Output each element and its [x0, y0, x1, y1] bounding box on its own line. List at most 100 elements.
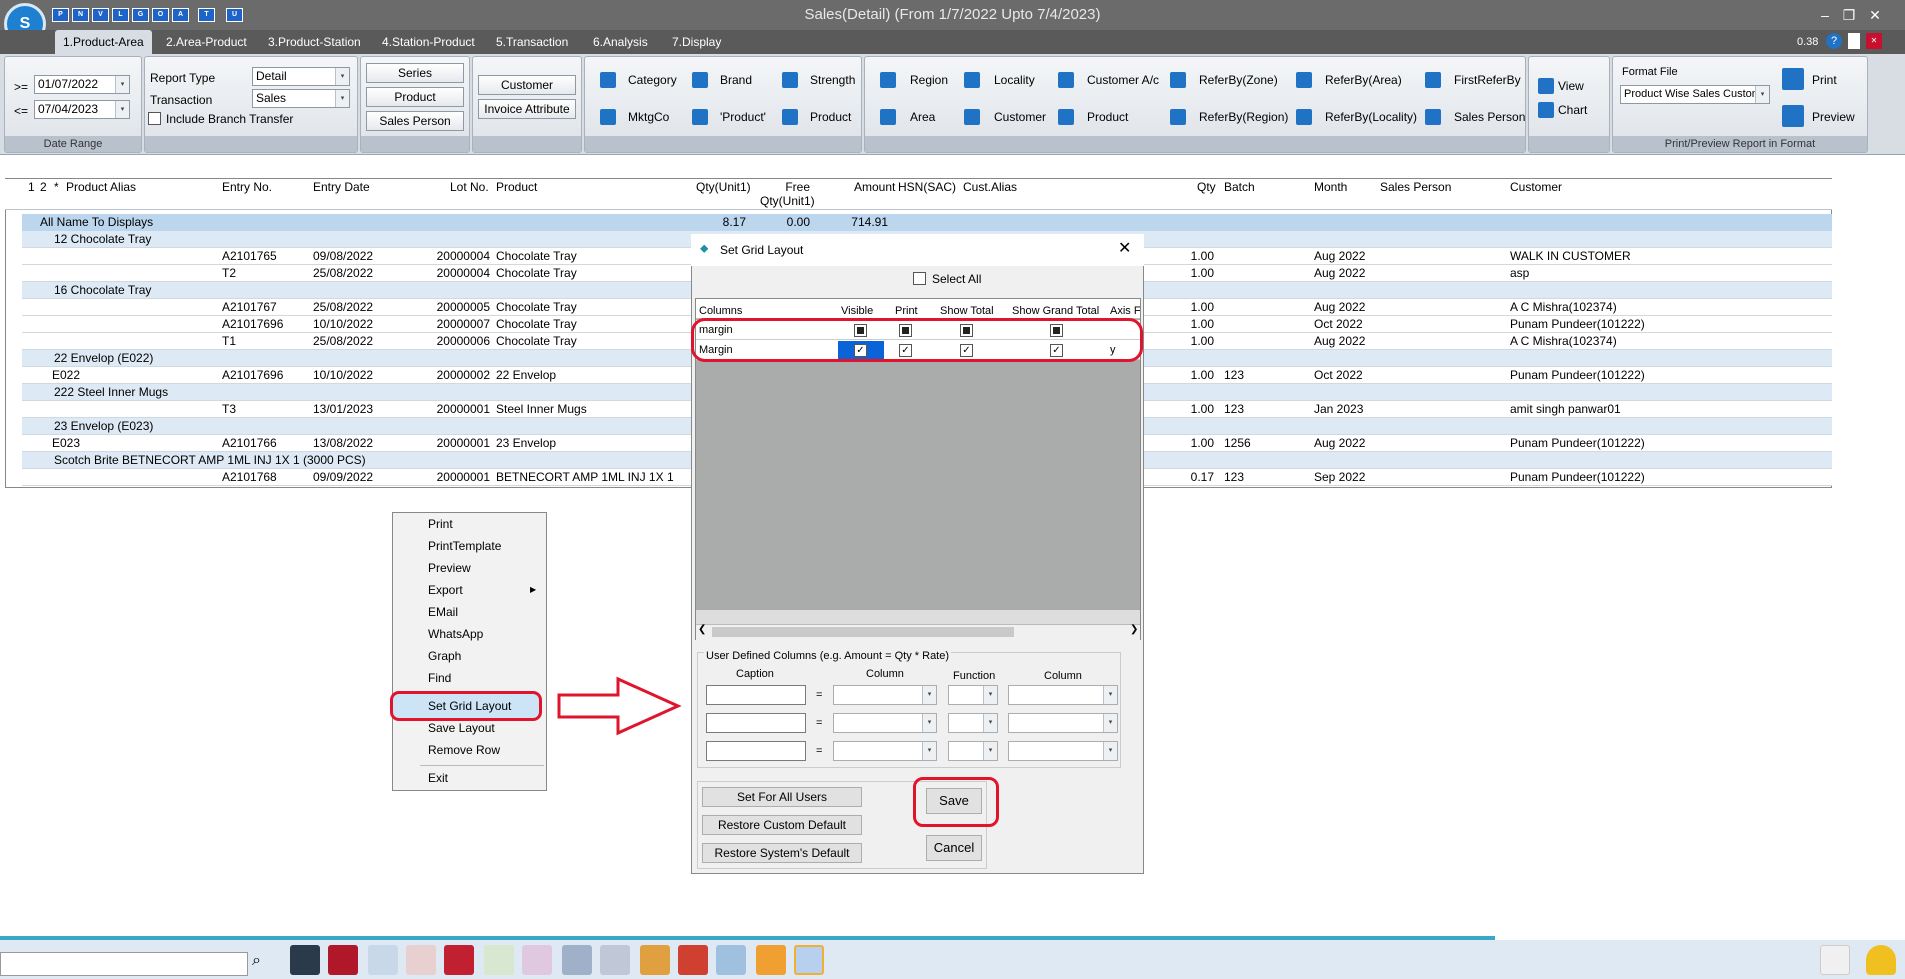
col-header-entry-date[interactable]: Entry Date: [313, 180, 370, 194]
menu-item-print[interactable]: Print: [428, 516, 453, 532]
document-icon[interactable]: [1848, 33, 1860, 49]
taskbar-search-input[interactable]: [0, 952, 248, 976]
menu-item-print-template[interactable]: PrintTemplate: [428, 538, 501, 554]
chart-icon[interactable]: [1538, 102, 1554, 118]
select-all-checkbox[interactable]: [913, 272, 926, 285]
preview-button[interactable]: Preview: [1812, 109, 1855, 125]
taskbar-app-icon[interactable]: [290, 945, 320, 975]
filter-customer-ac[interactable]: Customer A/c: [1087, 72, 1159, 88]
speaker-icon[interactable]: [1820, 945, 1850, 975]
col-columns[interactable]: Columns: [699, 305, 742, 317]
taskbar-app-icon[interactable]: [640, 945, 670, 975]
filter-referby-region[interactable]: ReferBy(Region): [1199, 109, 1288, 125]
region-icon[interactable]: [880, 72, 896, 88]
taskbar-app-icon[interactable]: [756, 945, 786, 975]
filter-referby-locality[interactable]: ReferBy(Locality): [1325, 109, 1417, 125]
col-header-product[interactable]: Product: [496, 180, 537, 194]
ud-function-select[interactable]: ▾: [948, 713, 998, 733]
referby-area-icon[interactable]: [1296, 72, 1312, 88]
print-format-icon[interactable]: [1782, 68, 1804, 90]
scroll-right-icon[interactable]: ❯: [1130, 624, 1138, 635]
series-button[interactable]: Series: [366, 63, 464, 83]
filter-region[interactable]: Region: [910, 72, 948, 88]
first-referby-icon[interactable]: [1425, 72, 1441, 88]
tab-transaction[interactable]: 5.Transaction: [488, 30, 576, 54]
referby-zone-icon[interactable]: [1170, 72, 1186, 88]
calendar-icon[interactable]: ▾: [115, 101, 129, 118]
col-header-hsn[interactable]: HSN(SAC): [898, 180, 956, 194]
product-quoted-icon[interactable]: [692, 109, 708, 125]
category-icon[interactable]: [600, 72, 616, 88]
ud-column-select[interactable]: ▾: [833, 713, 937, 733]
ud-column-select[interactable]: ▾: [833, 685, 937, 705]
filter-area-product[interactable]: Product: [1087, 109, 1128, 125]
exit-app-icon[interactable]: ✕: [1866, 33, 1882, 49]
sales-person-button[interactable]: Sales Person: [366, 111, 464, 131]
tab-product-area[interactable]: 1.Product-Area: [55, 30, 152, 54]
menu-item-export[interactable]: Export: [428, 582, 463, 598]
customer-button[interactable]: Customer: [478, 75, 576, 95]
menu-item-exit[interactable]: Exit: [428, 770, 448, 786]
product-button[interactable]: Product: [366, 87, 464, 107]
taskbar-app-icon[interactable]: [368, 945, 398, 975]
taskbar-app-icon[interactable]: [716, 945, 746, 975]
col-header-lot-no[interactable]: Lot No.: [450, 180, 489, 194]
chart-button[interactable]: Chart: [1558, 102, 1587, 118]
customer-icon[interactable]: [964, 109, 980, 125]
ud-caption-input[interactable]: [706, 741, 806, 761]
quick-access-a[interactable]: A: [172, 8, 189, 22]
product-icon[interactable]: [782, 109, 798, 125]
bell-icon[interactable]: [1866, 945, 1896, 975]
ud-function-select[interactable]: ▾: [948, 685, 998, 705]
restore-system-default-button[interactable]: Restore System's Default: [702, 843, 862, 863]
referby-region-icon[interactable]: [1170, 109, 1186, 125]
taskbar-app-icon[interactable]: [678, 945, 708, 975]
quick-access-l[interactable]: L: [112, 8, 129, 22]
sales-person-icon[interactable]: [1425, 109, 1441, 125]
ud-column2-select[interactable]: ▾: [1008, 713, 1118, 733]
filter-product[interactable]: Product: [810, 109, 851, 125]
scrollbar-thumb[interactable]: [712, 627, 1014, 637]
quick-access-n[interactable]: N: [72, 8, 89, 22]
help-icon[interactable]: ?: [1826, 33, 1842, 49]
set-for-all-users-button[interactable]: Set For All Users: [702, 787, 862, 807]
taskbar-app-icon[interactable]: [522, 945, 552, 975]
tab-analysis[interactable]: 6.Analysis: [585, 30, 656, 54]
restore-icon[interactable]: ❐: [1840, 6, 1858, 24]
col-header-batch[interactable]: Batch: [1224, 180, 1255, 194]
filter-area[interactable]: Area: [910, 109, 935, 125]
filter-referby-area[interactable]: ReferBy(Area): [1325, 72, 1402, 88]
menu-item-whatsapp[interactable]: WhatsApp: [428, 626, 483, 642]
view-icon[interactable]: [1538, 78, 1554, 94]
customer-ac-icon[interactable]: [1058, 72, 1074, 88]
referby-locality-icon[interactable]: [1296, 109, 1312, 125]
quick-access-v[interactable]: V: [92, 8, 109, 22]
taskbar-app-icon[interactable]: [444, 945, 474, 975]
quick-access-u[interactable]: U: [226, 8, 243, 22]
print-button[interactable]: Print: [1812, 72, 1837, 88]
format-file-select[interactable]: Product Wise Sales Custom ▾: [1620, 85, 1770, 104]
col-print[interactable]: Print: [895, 305, 918, 317]
col-header-amount[interactable]: Amount: [854, 180, 895, 194]
col-header-1[interactable]: 1: [28, 180, 35, 194]
filter-brand[interactable]: Brand: [720, 72, 752, 88]
ud-column2-select[interactable]: ▾: [1008, 685, 1118, 705]
filter-product-quoted[interactable]: 'Product': [720, 109, 766, 125]
ud-function-select[interactable]: ▾: [948, 741, 998, 761]
menu-item-set-grid-layout[interactable]: Set Grid Layout: [428, 698, 511, 714]
locality-icon[interactable]: [964, 72, 980, 88]
col-header-qty-unit1[interactable]: Qty(Unit1): [696, 180, 751, 194]
search-icon[interactable]: ⌕: [252, 952, 261, 970]
ud-column-select[interactable]: ▾: [833, 741, 937, 761]
filter-category[interactable]: Category: [628, 72, 677, 88]
to-date-field[interactable]: 07/04/2023 ▾: [34, 100, 130, 119]
col-show-total[interactable]: Show Total: [940, 305, 994, 317]
include-branch-checkbox[interactable]: [148, 112, 161, 125]
dialog-close-icon[interactable]: ✕: [1118, 238, 1131, 258]
restore-custom-default-button[interactable]: Restore Custom Default: [702, 815, 862, 835]
quick-access-p[interactable]: P: [52, 8, 69, 22]
menu-item-email[interactable]: EMail: [428, 604, 458, 620]
filter-mktgco[interactable]: MktgCo: [628, 109, 669, 125]
col-header-customer[interactable]: Customer: [1510, 180, 1562, 194]
taskbar-app-icon[interactable]: [484, 945, 514, 975]
